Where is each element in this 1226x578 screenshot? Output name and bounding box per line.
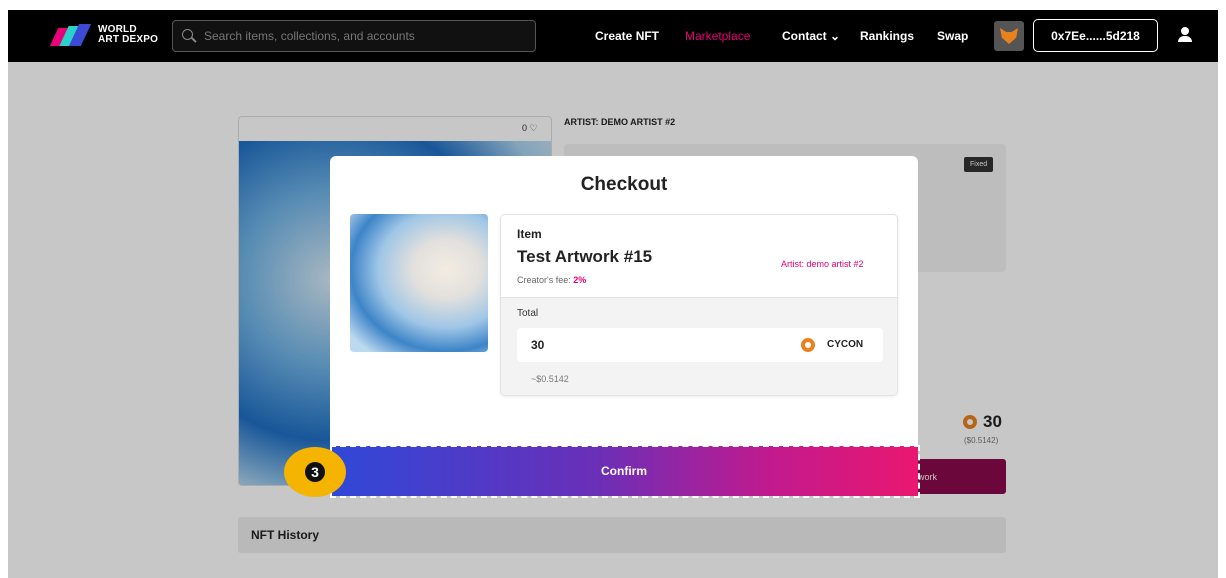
item-info-card: Item Test Artwork #15 Artist: demo artis… [500, 214, 898, 396]
cycon-coin-icon [801, 338, 815, 352]
checkout-modal: Checkout Item Test Artwork #15 Artist: d… [330, 156, 918, 446]
creator-fee: Creator's fee: 2% [517, 275, 587, 285]
item-label: Item [517, 227, 542, 241]
app-frame: WORLD ART DEXPO Create NFT Marketplace C… [8, 10, 1218, 578]
currency-label: CYCON [827, 339, 864, 350]
logo-mark-icon [49, 24, 92, 46]
search-icon [182, 29, 197, 43]
nav-link-rankings[interactable]: Rankings [860, 29, 914, 43]
user-icon[interactable] [1175, 25, 1195, 45]
wallet-address-button[interactable]: 0x7Ee......5d218 [1033, 19, 1158, 52]
total-label: Total [517, 308, 539, 319]
confirm-button[interactable]: Confirm [330, 446, 918, 496]
usd-estimate: ~$0.5142 [531, 374, 569, 384]
nav-link-contact[interactable]: Contact ⌄ [782, 29, 840, 43]
step-badge: 3 [284, 447, 346, 497]
nav-link-marketplace[interactable]: Marketplace [685, 29, 750, 43]
nav-link-swap[interactable]: Swap [937, 29, 968, 43]
search-input[interactable] [204, 29, 524, 43]
modal-title: Checkout [580, 174, 668, 195]
item-thumbnail [350, 214, 488, 352]
metamask-fox-icon[interactable] [994, 21, 1024, 51]
logo[interactable]: WORLD ART DEXPO [49, 24, 159, 46]
nav-link-create-nft[interactable]: Create NFT [595, 29, 659, 43]
top-nav: WORLD ART DEXPO Create NFT Marketplace C… [8, 10, 1218, 62]
creator-fee-value: 2% [573, 275, 587, 285]
item-name: Test Artwork #15 [517, 247, 653, 266]
artist-link[interactable]: Artist: demo artist #2 [781, 259, 864, 269]
total-amount: 30 [531, 338, 545, 352]
total-amount-box: 30 CYCON [517, 328, 883, 362]
step-number: 3 [305, 462, 325, 482]
logo-text-line2: ART DEXPO [98, 34, 159, 45]
search-bar[interactable] [172, 20, 536, 52]
